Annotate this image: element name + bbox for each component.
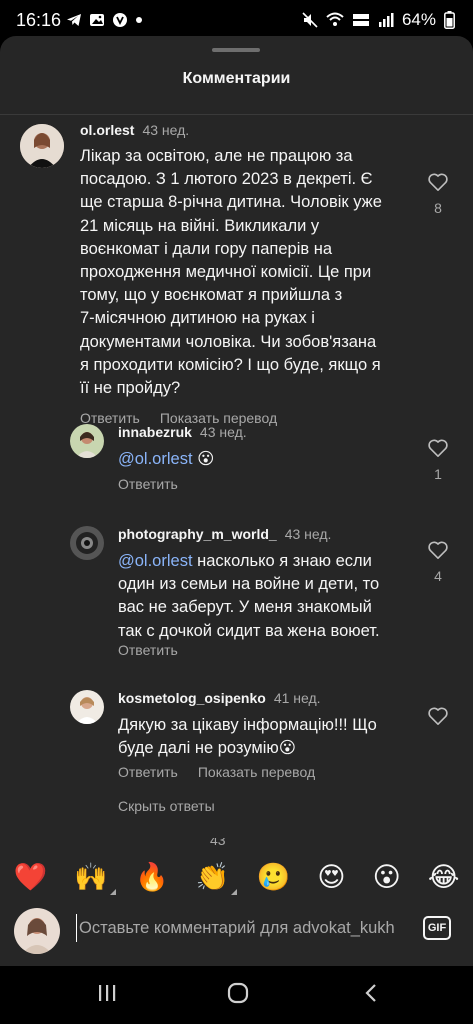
comment-text: @ol.orlest насколько я знаю если один из… [118,550,413,643]
avatar[interactable] [70,526,104,560]
reply-comment: kosmetolog_osipenko 41 нед. Дякую за ціка… [0,682,473,782]
comment-text: Дякую за цікаву інформацію!!! Що буде да… [118,714,413,760]
comment-text-line: Лікар за освітою, але не працюю за [80,147,353,165]
comment-username[interactable]: ol.orlest [80,122,134,138]
comment-text-line: тому, що у воєнкомат я прийшла з [80,286,343,305]
sheet-title: Комментарии [182,70,291,87]
like-count: 1 [434,466,442,482]
telegram-icon [67,14,81,26]
header-divider [0,114,473,115]
reply-button[interactable]: Ответить [118,764,178,780]
home-icon[interactable] [227,982,249,1004]
comment-actions: Ответить [118,642,178,658]
wifi-icon [326,12,344,26]
translate-button[interactable]: Показать перевод [198,764,315,780]
emoji-heart[interactable]: ❤️ [14,861,48,893]
comment-text-line: насколько я знаю если [197,552,372,570]
comment-text-line: 21 місяць на війні. Викликали у [80,216,320,235]
emoji-fire[interactable]: 🔥 [135,861,169,893]
comment-actions: Ответить [118,476,178,492]
comment-time: 43 [210,838,226,846]
like-count: 4 [434,568,442,584]
emoji-joy[interactable]: 😂 [428,862,460,893]
status-bar: 16:16 64% [0,0,473,40]
signal-icon [378,13,394,27]
mention-link[interactable]: @ol.orlest [118,552,193,570]
like-count: 8 [434,200,442,216]
system-indicators: 64% [302,10,455,30]
reply-comment: innabezruk 43 нед. @ol.orlest 😮 Ответить … [0,416,473,496]
volte-icon [352,14,369,26]
drag-handle[interactable] [212,48,260,52]
recent-apps-icon[interactable] [96,982,118,1004]
reply-button[interactable]: Ответить [118,642,178,658]
heart-icon[interactable] [427,172,449,192]
emoji-heart-eyes[interactable]: 😍 [317,862,345,893]
comment-input[interactable] [76,914,414,942]
emoji-tear-smile[interactable]: 🥲 [257,861,291,893]
comments-sheet: Комментарии ol.orlest 43 нед. Лікар за ос… [0,36,473,966]
hide-replies-label[interactable]: Скрыть ответы [118,798,215,814]
heart-icon[interactable] [427,540,449,560]
reply-comment: photography_m_world_ 43 нед. @ol.orlest н… [0,518,473,658]
emoji-clap[interactable]: 👏 [196,861,237,895]
like-area: 8 [423,172,453,216]
comment-username[interactable]: photography_m_world_ [118,526,277,542]
heart-icon[interactable] [427,706,449,726]
comment-time: 43 нед. [142,122,190,138]
emoji-reaction-bar: ❤️ 🙌 🔥 👏 🥲 😍 😮 😂 [0,852,473,902]
comment-username[interactable]: kosmetolog_osipenko [118,690,266,706]
comment-time: 43 нед. [284,526,332,542]
comment-text-line: я проходити комісію? І що буде, якщо я [80,355,381,374]
sheet-header: Комментарии [0,36,473,106]
gif-button[interactable]: GIF [423,916,451,940]
comment-text-line: один из семьи на войне и дети, то [118,575,380,594]
comment-input-bar: GIF [0,896,473,966]
emoji-open-mouth[interactable]: 😮 [373,862,401,893]
mute-icon [302,12,318,28]
battery-icon [444,11,455,29]
comment: ol.orlest 43 нед. Лікар за освітою, але н… [0,116,473,426]
comment-text-line: так с дочкой сидит ва жена воюет. [118,621,380,640]
like-area [423,706,453,726]
avatar[interactable] [20,124,64,168]
comment-text-line: проходження медичної комісії. Це при [80,263,372,282]
comment-text-line: вас не заберут. У меня знакомый [118,598,372,617]
status-time: 16:16 [16,10,62,30]
partial-comment-row: 43 [30,838,230,846]
avatar[interactable] [70,690,104,724]
comment-text: Лікар за освітою, але не працюю за посад… [80,145,410,400]
system-nav-bar [0,966,473,1024]
comment-username[interactable]: innabezruk [118,424,192,440]
comment-text-line: буде далі не розумію😮 [118,739,296,758]
gallery-icon [90,14,104,26]
comment-text-line: Дякую за цікаву інформацію!!! Що [118,716,377,734]
comment-time: 43 нед. [199,424,247,440]
comment-text-line: воєнкомат і дали гору паперів на [80,239,333,258]
comment-actions: Ответить Показать перевод [118,764,315,780]
like-area: 1 [423,438,453,482]
comment-text-line: її не пройду? [80,379,181,398]
comment-text: @ol.orlest 😮 [118,448,214,471]
viber-icon [113,13,127,27]
comment-emoji: 😮 [197,450,215,468]
heart-icon[interactable] [427,438,449,458]
comment-time: 41 нед. [273,690,321,706]
battery-level: 64% [401,10,436,29]
reply-button[interactable]: Ответить [118,476,178,492]
dot-icon [136,17,142,23]
comment-text-line: ще старша 8-річна дитина. Чоловік уже [80,193,382,212]
like-area: 4 [423,540,453,584]
emoji-raised-hands[interactable]: 🙌 [74,861,116,895]
avatar[interactable] [70,424,104,458]
comment-text-line: посадою. З 1 лютого 2023 в декреті. Є [80,170,373,189]
hide-replies-button[interactable]: Скрыть ответы [118,798,215,814]
my-avatar [14,908,60,954]
comment-text-line: документами чоловіка. Чи зобов'язана [80,332,377,351]
notification-icons [66,12,143,28]
comment-text-line: 7-місячною дитиною на руках і [80,309,315,328]
back-icon[interactable] [360,982,382,1004]
mention-link[interactable]: @ol.orlest [118,450,193,468]
